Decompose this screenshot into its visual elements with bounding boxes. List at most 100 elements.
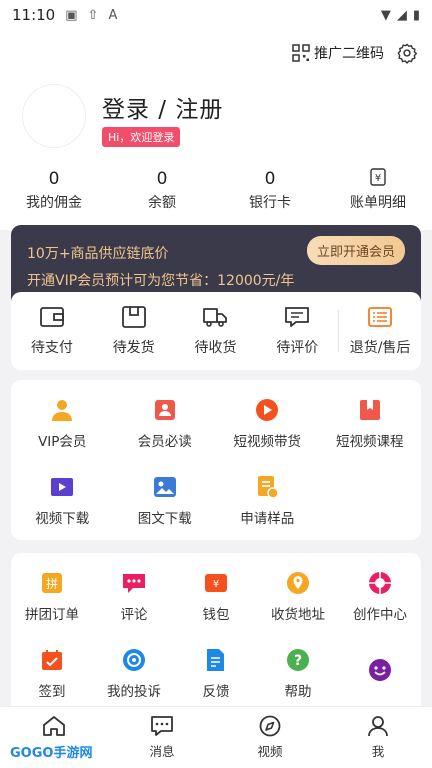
qr-code-button[interactable]: 推广二维码: [292, 43, 384, 63]
grid-item-short-video-course[interactable]: 短视频课程: [319, 386, 422, 460]
grid-label: 图文下载: [137, 510, 192, 527]
login-register-link[interactable]: 登录 / 注册: [102, 90, 223, 124]
stat-bill-details[interactable]: ¥ 账单明细: [324, 168, 432, 212]
grid-item-help[interactable]: ? 帮助: [257, 636, 339, 710]
grid-item-apply-sample[interactable]: 申请样品: [216, 463, 319, 537]
stat-value: 0: [156, 169, 168, 189]
grid-item-short-video-sales[interactable]: 短视频带货: [216, 386, 319, 460]
video-icon: [51, 477, 74, 496]
grid-item-feedback[interactable]: 反馈: [175, 636, 257, 710]
tools-card: 拼 拼团订单 评论 ¥ 钱包 收货地址 创作中心 签到 我的投诉 反馈 ? 帮助: [11, 553, 421, 713]
bill-icon: ¥: [324, 168, 432, 190]
chat-icon: [123, 573, 145, 593]
watermark-logo: GOGO手游网: [6, 741, 97, 762]
calendar-icon: [42, 649, 62, 670]
tab-me[interactable]: 我: [324, 707, 432, 768]
battery-icon: ▮: [412, 7, 420, 23]
grid-label: 我的投诉: [107, 683, 161, 700]
wallet2-icon: ¥: [205, 573, 227, 592]
app-a-icon: A: [108, 7, 118, 23]
stat-value: 0: [48, 169, 60, 189]
compass-icon: [259, 715, 281, 737]
order-pending-receipt[interactable]: 待收货: [175, 305, 257, 357]
grid-item-smile[interactable]: [339, 636, 421, 710]
smile-icon: [369, 658, 391, 681]
upload-icon: ⇧: [87, 7, 99, 23]
stat-commission[interactable]: 0 我的佣金: [0, 168, 108, 212]
gear-icon[interactable]: [396, 42, 418, 64]
grid-label: VIP会员: [38, 433, 87, 450]
grid-label: 帮助: [284, 683, 312, 700]
order-pending-review[interactable]: 待评价: [256, 305, 338, 357]
order-label: 待支付: [30, 340, 73, 356]
grid-item-my-complaints[interactable]: 我的投诉: [93, 636, 175, 710]
list-icon: [368, 307, 392, 327]
open-vip-button[interactable]: 立即开通会员: [306, 236, 405, 265]
grid-label: 视频下载: [35, 510, 90, 527]
home-icon: [43, 716, 65, 736]
signal-icon: ◢: [396, 7, 407, 23]
avatar[interactable]: [22, 84, 86, 148]
box-icon: [121, 306, 146, 328]
order-pending-payment[interactable]: 待支付: [11, 305, 93, 357]
stat-balance[interactable]: 0 余额: [108, 168, 216, 212]
grid-item-creator-center[interactable]: 创作中心: [339, 559, 421, 633]
grid-label: 会员必读: [137, 433, 192, 450]
grid-label: 申请样品: [240, 510, 295, 527]
grid-item-shipping-address[interactable]: 收货地址: [257, 559, 339, 633]
grid-label: 收货地址: [271, 606, 325, 623]
vip-promo-savings: 开通VIP会员预计可为您节省：12000元/年: [27, 273, 295, 289]
grid-label: 钱包: [202, 606, 230, 623]
target-icon: [123, 648, 145, 671]
comment-icon: [285, 307, 310, 327]
tab-label: 我: [371, 744, 385, 759]
sample-icon: [258, 475, 279, 499]
image-icon: ▣: [65, 7, 78, 23]
svg-text:¥: ¥: [213, 579, 219, 590]
wifi-icon: ▼: [380, 7, 391, 23]
grid-item-wallet[interactable]: ¥ 钱包: [175, 559, 257, 633]
svg-text:拼: 拼: [46, 577, 58, 591]
stats-row: 0 我的佣金 0 余额 0 银行卡 ¥ 账单明细: [0, 168, 432, 212]
svg-text:¥: ¥: [375, 173, 381, 184]
aperture-icon: [369, 571, 391, 594]
order-label: 待评价: [276, 340, 319, 356]
stat-label: 我的佣金: [26, 195, 82, 211]
tab-messages[interactable]: 消息: [108, 707, 216, 768]
grid-item-image-download[interactable]: 图文下载: [114, 463, 217, 537]
status-bar: 11:10 ▣ ⇧ A ▼ ◢ ▮: [0, 0, 432, 30]
stat-value: 0: [264, 169, 276, 189]
user-icon: [368, 716, 388, 737]
help-icon: ?: [287, 648, 309, 671]
svg-text:?: ?: [294, 653, 302, 669]
grid-label: 短视频带货: [233, 433, 302, 450]
play-icon: [256, 398, 279, 421]
grid-label: 评论: [120, 606, 148, 623]
truck-icon: [203, 308, 228, 327]
order-label: 待发货: [112, 340, 155, 356]
grid-item-group-order[interactable]: 拼 拼团订单: [11, 559, 93, 633]
location-icon: [287, 571, 309, 594]
stat-label: 银行卡: [249, 195, 291, 211]
services-card: VIP会员 会员必读 短视频带货 短视频课程 视频下载 图文下载 申请样品: [11, 380, 421, 540]
status-time: 11:10: [12, 6, 56, 24]
grid-label: 反馈: [202, 683, 230, 700]
grid-item-vip-member[interactable]: VIP会员: [11, 386, 114, 460]
qr-code-label: 推广二维码: [314, 46, 384, 62]
grid-label: 签到: [38, 683, 66, 700]
stat-bank-card[interactable]: 0 银行卡: [216, 168, 324, 212]
grid-item-video-download[interactable]: 视频下载: [11, 463, 114, 537]
grid-item-check-in[interactable]: 签到: [11, 636, 93, 710]
image-icon: [153, 476, 176, 497]
order-label: 待收货: [194, 340, 237, 356]
stat-label: 余额: [148, 195, 176, 211]
tab-video[interactable]: 视频: [216, 707, 324, 768]
vip-user-icon: [52, 399, 73, 421]
order-return-aftersale[interactable]: 退货/售后: [339, 305, 421, 357]
order-pending-shipment[interactable]: 待发货: [93, 305, 175, 357]
grid-item-member-must-read[interactable]: 会员必读: [114, 386, 217, 460]
member-read-icon: [154, 399, 175, 420]
welcome-badge: Hi，欢迎登录: [102, 127, 181, 147]
grid-item-comments[interactable]: 评论: [93, 559, 175, 633]
grid-label: 短视频课程: [336, 433, 404, 450]
